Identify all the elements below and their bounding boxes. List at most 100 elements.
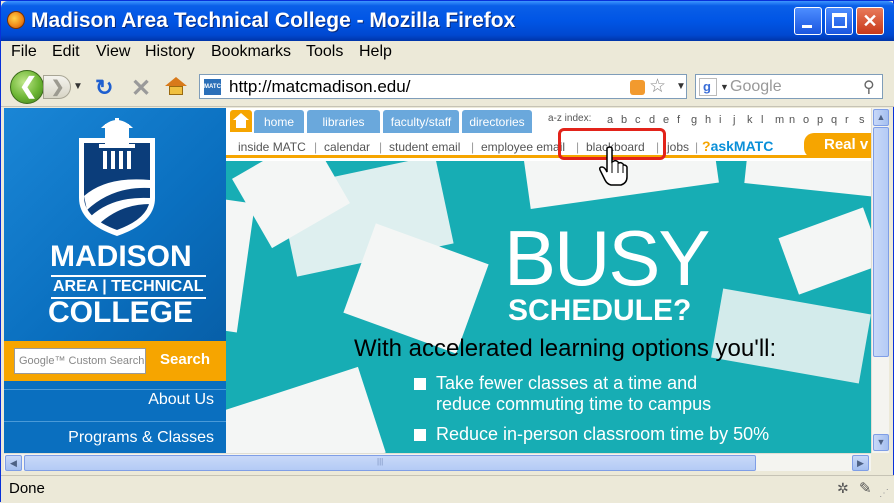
addon-gear-icon[interactable]: ✲ bbox=[837, 480, 849, 497]
nav-separator: | bbox=[379, 140, 383, 154]
az-letter-k[interactable]: k bbox=[747, 114, 753, 126]
house-icon-body bbox=[236, 120, 246, 128]
az-letter-g[interactable]: g bbox=[691, 114, 697, 126]
engine-dropdown-icon[interactable]: ▼ bbox=[720, 82, 729, 92]
link-calendar[interactable]: calendar bbox=[324, 140, 370, 154]
page-viewport: MADISON AREA | TECHNICAL COLLEGE Google™… bbox=[4, 108, 871, 453]
home-icon bbox=[165, 77, 187, 86]
rss-feed-icon[interactable] bbox=[630, 80, 645, 95]
az-letter-p[interactable]: p bbox=[817, 114, 823, 126]
logo-college: COLLEGE bbox=[48, 296, 194, 329]
scroll-down-arrow-icon[interactable]: ▼ bbox=[873, 434, 889, 451]
az-letter-c[interactable]: c bbox=[635, 114, 641, 126]
addon-puzzle-icon[interactable]: ✎ bbox=[859, 479, 872, 497]
url-dropdown-icon[interactable]: ▼ bbox=[676, 81, 686, 92]
logo-madison: MADISON bbox=[50, 240, 192, 273]
reload-button[interactable]: ↻ bbox=[95, 75, 113, 101]
az-letter-h[interactable]: h bbox=[705, 114, 711, 126]
horizontal-scrollbar[interactable]: ◀ ||| ▶ bbox=[4, 453, 871, 471]
menu-bookmarks[interactable]: Bookmarks bbox=[211, 43, 291, 61]
title-bar[interactable]: Madison Area Technical College - Mozilla… bbox=[1, 1, 894, 41]
horizontal-scroll-thumb[interactable]: ||| bbox=[24, 455, 756, 471]
search-input[interactable]: Google bbox=[730, 78, 782, 96]
tab-faculty-staff[interactable]: faculty/staff bbox=[383, 110, 459, 133]
maximize-icon bbox=[832, 13, 847, 28]
bullet-icon bbox=[414, 378, 426, 390]
link-inside-matc[interactable]: inside MATC bbox=[238, 140, 306, 154]
link-employee-email[interactable]: employee email bbox=[481, 140, 565, 154]
link-ask-matc[interactable]: ?askMATC bbox=[702, 138, 773, 154]
scroll-up-arrow-icon[interactable]: ▲ bbox=[873, 109, 889, 126]
browser-window: Madison Area Technical College - Mozilla… bbox=[0, 0, 894, 503]
home-button[interactable] bbox=[165, 77, 187, 95]
az-letter-s[interactable]: s bbox=[859, 114, 865, 126]
sidebar-item-about-us[interactable]: About Us bbox=[148, 391, 214, 409]
bookmark-star-icon[interactable]: ☆ bbox=[649, 75, 666, 98]
vertical-scrollbar[interactable]: ▲ ▼ bbox=[871, 108, 889, 453]
link-student-email[interactable]: student email bbox=[389, 140, 460, 154]
paper-decoration bbox=[744, 161, 871, 199]
sidebar-item-programs-classes[interactable]: Programs & Classes bbox=[68, 429, 214, 447]
az-letter-l[interactable]: l bbox=[761, 114, 763, 126]
google-engine-icon[interactable]: g bbox=[699, 78, 717, 96]
az-letter-b[interactable]: b bbox=[621, 114, 627, 126]
tab-home[interactable]: home bbox=[254, 110, 304, 133]
home-tab-icon[interactable] bbox=[230, 110, 252, 132]
link-jobs[interactable]: jobs bbox=[667, 140, 689, 154]
az-letter-j[interactable]: j bbox=[733, 114, 735, 126]
az-letter-e[interactable]: e bbox=[663, 114, 669, 126]
hand-cursor-icon bbox=[599, 146, 628, 186]
hero-banner[interactable]: BUSY SCHEDULE? With accelerated learning… bbox=[226, 161, 871, 453]
custom-search-placeholder: Google™ Custom Search bbox=[19, 355, 145, 367]
college-shield-logo[interactable] bbox=[77, 118, 157, 238]
address-bar[interactable]: MATC http://matcmadison.edu/ ☆ ▼ bbox=[199, 74, 687, 99]
az-letter-o[interactable]: o bbox=[803, 114, 809, 126]
menu-view[interactable]: View bbox=[96, 43, 130, 61]
menu-edit[interactable]: Edit bbox=[52, 43, 80, 61]
tab-libraries[interactable]: libraries bbox=[307, 110, 380, 133]
az-letter-n[interactable]: n bbox=[789, 114, 795, 126]
search-bar[interactable]: g ▼ Google ⚲ bbox=[695, 74, 883, 99]
maximize-button[interactable] bbox=[825, 7, 853, 35]
url-text[interactable]: http://matcmadison.edu/ bbox=[229, 77, 410, 97]
scroll-left-arrow-icon[interactable]: ◀ bbox=[5, 455, 22, 471]
hero-subheadline: SCHEDULE? bbox=[508, 294, 692, 327]
forward-button[interactable]: ❯ bbox=[43, 75, 71, 99]
close-button[interactable]: ✕ bbox=[856, 7, 884, 35]
vertical-scroll-thumb[interactable] bbox=[873, 127, 889, 357]
menu-history[interactable]: History bbox=[145, 43, 195, 61]
history-dropdown-icon[interactable]: ▼ bbox=[73, 81, 83, 92]
az-letter-a[interactable]: a bbox=[607, 114, 613, 126]
ask-label: askMATC bbox=[710, 138, 774, 154]
hero-headline: BUSY bbox=[504, 214, 710, 302]
status-bar: Done ✲ ✎ ⋰ bbox=[1, 475, 894, 503]
site-search-button[interactable]: Search bbox=[160, 351, 210, 368]
az-letter-r[interactable]: r bbox=[845, 114, 849, 126]
az-index-label: a-z index: bbox=[548, 113, 592, 124]
menu-bar: File Edit View History Bookmarks Tools H… bbox=[1, 41, 894, 65]
az-letter-i[interactable]: i bbox=[719, 114, 721, 126]
az-letter-d[interactable]: d bbox=[649, 114, 655, 126]
sidebar-divider bbox=[4, 389, 226, 390]
back-button[interactable]: ❮ bbox=[10, 70, 44, 104]
firefox-icon bbox=[7, 11, 25, 29]
menu-tools[interactable]: Tools bbox=[306, 43, 343, 61]
stop-button[interactable]: ✕ bbox=[131, 74, 151, 103]
site-sidebar: MADISON AREA | TECHNICAL COLLEGE Google™… bbox=[4, 108, 226, 453]
scroll-right-arrow-icon[interactable]: ▶ bbox=[852, 455, 869, 471]
az-letter-f[interactable]: f bbox=[677, 114, 680, 126]
search-magnifier-icon[interactable]: ⚲ bbox=[863, 77, 875, 97]
paper-decoration bbox=[226, 366, 386, 453]
tab-directories[interactable]: directories bbox=[462, 110, 532, 133]
minimize-button[interactable] bbox=[794, 7, 822, 35]
menu-help[interactable]: Help bbox=[359, 43, 392, 61]
menu-file[interactable]: File bbox=[11, 43, 37, 61]
az-letter-q[interactable]: q bbox=[831, 114, 837, 126]
az-letter-m[interactable]: m bbox=[775, 114, 784, 126]
resize-grip-icon[interactable]: ⋰ bbox=[879, 488, 889, 499]
custom-search-input[interactable]: Google™ Custom Search bbox=[14, 348, 146, 374]
ask-question-mark: ? bbox=[702, 138, 711, 154]
real-banner[interactable]: Real v bbox=[804, 133, 871, 158]
minimize-icon bbox=[802, 25, 812, 28]
nav-separator: | bbox=[314, 140, 318, 154]
